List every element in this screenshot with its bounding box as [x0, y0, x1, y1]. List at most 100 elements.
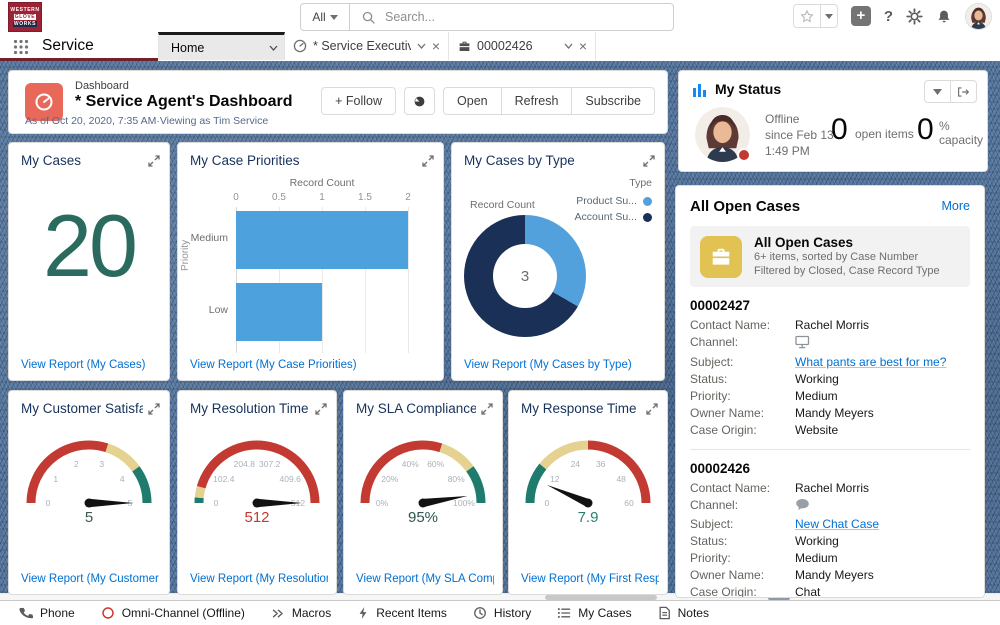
svg-text:307.2: 307.2 — [259, 459, 281, 469]
favorites-dropdown-button[interactable] — [821, 5, 837, 27]
expand-icon[interactable] — [148, 402, 160, 420]
tab-home-dropdown[interactable] — [269, 45, 278, 51]
case-number-link[interactable]: 00002427 — [690, 298, 970, 313]
view-report-link[interactable]: View Report (My Resolution Time) — [190, 573, 328, 585]
case-number-link[interactable]: 00002426 — [690, 461, 970, 476]
bar-medium[interactable] — [236, 211, 408, 269]
bar-low[interactable] — [236, 283, 322, 341]
legend-item[interactable]: Account Su... — [575, 211, 652, 223]
favorites-star-button[interactable] — [794, 5, 821, 27]
logo-line: GLOVE — [14, 14, 37, 20]
user-avatar[interactable] — [965, 3, 992, 30]
subject-link[interactable]: What pants are best for me? — [795, 355, 946, 370]
view-report-link[interactable]: View Report (My Cases by Type) — [464, 359, 656, 371]
my-status-title: My Status — [715, 81, 781, 97]
list-view-meta: 6+ items, sorted by Case Number — [754, 250, 940, 264]
view-report-link[interactable]: View Report (My Cases) — [21, 359, 161, 371]
gauge-value: 512 — [244, 509, 269, 526]
metric-value: 20 — [9, 191, 169, 301]
satisfaction-gauge-chart: 0123455 — [14, 423, 164, 527]
customer-satisfaction-card: My Customer Satisfact... 0123455 View Re… — [8, 390, 170, 595]
svg-text:1: 1 — [53, 474, 58, 484]
field-value: Rachel Morris — [795, 318, 869, 333]
svg-text:3: 3 — [99, 459, 104, 469]
tab-dropdown[interactable] — [417, 43, 426, 49]
donut-chart[interactable]: 3 — [464, 215, 586, 337]
setup-button[interactable] — [906, 8, 923, 25]
paintbrush-icon — [413, 95, 426, 108]
dashboard-actions: + Follow Open Refresh Subscribe — [321, 87, 655, 115]
edit-theme-button[interactable] — [404, 87, 435, 115]
field-label: Status: — [690, 534, 795, 549]
subject-link[interactable]: New Chat Case — [795, 517, 879, 532]
view-report-link[interactable]: View Report (My Customer Satisfa... — [21, 573, 161, 585]
field-label: Priority: — [690, 551, 795, 566]
panel-title: All Open Cases — [690, 198, 800, 215]
notifications-button[interactable] — [936, 9, 952, 24]
utility-my-cases[interactable]: My Cases — [544, 601, 644, 625]
expand-icon[interactable] — [643, 154, 655, 172]
svg-text:204.8: 204.8 — [234, 459, 256, 469]
view-report-link[interactable]: View Report (My SLA Compliance) — [356, 573, 494, 585]
utility-label: Notes — [678, 606, 709, 620]
sla-compliance-card: My SLA Compliance 0%20%40%60%80%100%95% … — [343, 390, 503, 595]
y-axis-label: Priority — [180, 240, 191, 271]
field-label: Subject: — [690, 355, 795, 370]
utility-macros[interactable]: Macros — [258, 601, 344, 625]
record-type-label: Dashboard — [75, 80, 129, 92]
bell-icon — [936, 9, 952, 24]
status-dropdown-button[interactable] — [924, 80, 950, 103]
utility-phone[interactable]: Phone — [6, 601, 88, 625]
expand-icon[interactable] — [646, 402, 658, 420]
more-link[interactable]: More — [942, 199, 970, 213]
utility-label: History — [494, 606, 531, 620]
capacity-label: % capacity — [939, 119, 983, 147]
expand-icon[interactable] — [315, 402, 327, 420]
svg-text:48: 48 — [616, 474, 626, 484]
legend-item[interactable]: Product Su... — [575, 195, 652, 207]
x-axis-label: Record Count — [236, 177, 408, 189]
tab-case-00002426[interactable]: 00002426 × — [448, 32, 596, 60]
svg-text:60: 60 — [624, 498, 634, 508]
chevron-down-icon — [269, 45, 278, 51]
card-title: My Cases — [21, 153, 143, 168]
status-popout-button[interactable] — [950, 80, 977, 103]
search-scope-dropdown[interactable]: All — [301, 4, 350, 30]
follow-button[interactable]: + Follow — [321, 87, 396, 115]
list-view-header[interactable]: All Open Cases 6+ items, sorted by Case … — [690, 226, 970, 287]
field-value: Website — [795, 423, 838, 438]
expand-icon[interactable] — [481, 402, 493, 420]
case-field-row: Priority:Medium — [690, 389, 970, 404]
help-button[interactable]: ? — [884, 8, 893, 25]
utility-recent-items[interactable]: Recent Items — [344, 601, 460, 625]
utility-history[interactable]: History — [460, 601, 544, 625]
tab-dropdown[interactable] — [564, 43, 573, 49]
app-launcher-button[interactable] — [13, 39, 29, 60]
close-tab-icon[interactable]: × — [579, 40, 587, 52]
tab-home[interactable]: Home — [158, 32, 285, 60]
sla-gauge-chart: 0%20%40%60%80%100%95% — [348, 423, 498, 527]
avatar-image — [966, 4, 991, 29]
field-label: Priority: — [690, 389, 795, 404]
app-launcher-icon — [13, 39, 29, 55]
utility-omni-channel-offline-[interactable]: Omni-Channel (Offline) — [88, 601, 258, 625]
expand-icon[interactable] — [148, 154, 160, 172]
utility-notes[interactable]: Notes — [645, 601, 722, 625]
logo-line: WESTERN — [10, 7, 39, 13]
search-input[interactable] — [383, 9, 637, 25]
view-report-link[interactable]: View Report (My Case Priorities) — [190, 359, 435, 371]
dashboard-header-card: Dashboard * Service Agent's Dashboard As… — [8, 70, 668, 134]
agent-avatar — [695, 107, 750, 162]
open-items-value: 0 — [831, 113, 848, 147]
tab-service-executive-dashboard[interactable]: * Service Executive ... × — [283, 32, 449, 60]
refresh-button[interactable]: Refresh — [502, 87, 573, 115]
subscribe-button[interactable]: Subscribe — [572, 87, 655, 115]
svg-text:12: 12 — [550, 474, 560, 484]
close-tab-icon[interactable]: × — [432, 40, 440, 52]
global-actions-button[interactable]: + — [851, 6, 871, 26]
all-open-cases-panel: All Open Cases More All Open Cases 6+ it… — [675, 185, 985, 598]
open-button[interactable]: Open — [443, 87, 502, 115]
expand-icon[interactable] — [422, 154, 434, 172]
case-field-row: Case Origin:Chat — [690, 585, 970, 598]
view-report-link[interactable]: View Report (My First Response) — [521, 573, 659, 585]
